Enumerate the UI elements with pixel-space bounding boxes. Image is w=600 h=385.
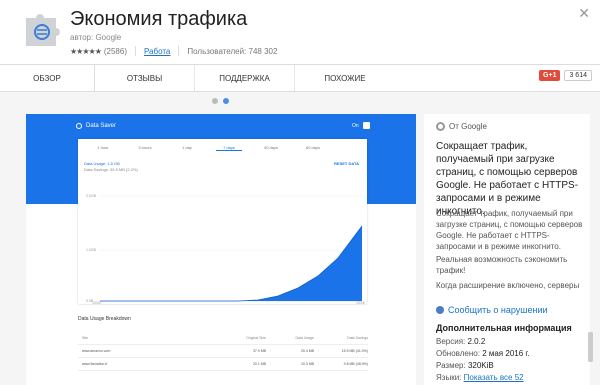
extension-header: Экономия трафика автор: Google ★★★★★ (25…	[0, 0, 600, 64]
data-saver-card: 1 hour 3 hours 1 day 7 days 30 days 60 d…	[78, 139, 367, 305]
data-saver-checkbox	[363, 122, 370, 129]
extension-title: Экономия трафика	[70, 8, 248, 30]
table-header-cell: Site	[82, 336, 89, 340]
long-description: Сокращает трафик, получаемый при загрузк…	[436, 209, 583, 251]
meta-divider	[178, 46, 180, 56]
meta-divider	[134, 46, 136, 56]
report-abuse-link[interactable]: Сообщить о нарушении	[436, 305, 548, 315]
short-description: Сокращает трафик, получаемый при загрузк…	[436, 141, 579, 217]
from-google-label: От Google	[449, 122, 487, 131]
range-tab-active: 7 days	[216, 145, 242, 151]
carousel-dot[interactable]	[212, 98, 218, 104]
from-google: От Google	[436, 122, 487, 131]
data-saver-icon	[76, 123, 82, 129]
range-tab: 1 day	[182, 145, 192, 150]
extension-puzzle-icon	[26, 14, 60, 46]
table-header-cell: Data Savings	[347, 336, 368, 340]
table-header-row: Site Original Size Data Usage Data Savin…	[78, 332, 368, 345]
description-line: Реальная возможность сэкономить трафик!	[436, 255, 568, 275]
languages-label: Языки:	[436, 373, 462, 382]
x-tick-label: 10/26	[356, 301, 365, 305]
data-usage-label: Data Usage: 1.5 GB	[84, 161, 120, 166]
breakdown-table: Site Original Size Data Usage Data Savin…	[78, 332, 368, 371]
rating-stars: ★★★★★	[70, 46, 102, 56]
usage-area	[100, 226, 362, 301]
languages-link[interactable]: Показать все 52	[464, 373, 524, 382]
table-cell: 37.9 MB	[252, 349, 266, 353]
tab-overview[interactable]: ОБЗОР	[0, 65, 95, 91]
table-cell: 9.8 MB (48.9%)	[343, 362, 368, 366]
table-cell: www.amazon.com	[82, 349, 111, 353]
tab-support[interactable]: ПОДДЕРЖКА	[195, 65, 295, 91]
x-tick-label: 10/20	[92, 301, 101, 305]
size-row: Размер: 320KiB	[436, 361, 494, 370]
data-savings-label: Data Savings: 35.5 MB (2.2%)	[84, 167, 138, 172]
users-count: Пользователей: 748 302	[187, 46, 278, 56]
share-count: 3 614	[564, 70, 592, 81]
tab-reviews[interactable]: ОТЗЫВЫ	[95, 65, 195, 91]
updated-row: Обновлено: 2 мая 2016 г.	[436, 349, 530, 358]
close-icon[interactable]: ✕	[578, 5, 590, 22]
range-tab: 3 hours	[138, 145, 152, 150]
data-saver-title: Data Saver	[86, 123, 117, 129]
tab-related[interactable]: ПОХОЖИЕ	[295, 65, 395, 91]
overview-panel: Data Saver On 1 hour 3 hours 1 day 7 day…	[0, 92, 600, 385]
category-link[interactable]: Работа	[144, 47, 170, 56]
table-cell: www.9aviation.fr	[82, 362, 108, 366]
updated-label: Обновлено:	[436, 349, 480, 358]
range-tab: 30 days	[263, 145, 278, 150]
google-icon	[436, 122, 445, 131]
carousel-dot-active[interactable]	[223, 98, 229, 104]
usage-chart: 2.0GB 1.0GB 0.0B	[86, 194, 363, 303]
y-tick-label: 2.0GB	[86, 194, 97, 198]
extension-author: автор: Google	[70, 33, 122, 42]
data-saver-on-label: On	[352, 123, 359, 129]
reset-data-label: RESET DATA	[334, 161, 359, 166]
breakdown-title: Data Usage Breakdown	[78, 316, 131, 322]
scrollbar[interactable]	[588, 332, 593, 362]
screenshot-preview[interactable]: Data Saver On 1 hour 3 hours 1 day 7 day…	[26, 114, 416, 385]
share-widget: G+1 3 614	[539, 70, 592, 81]
table-cell: 20.4 MB	[300, 349, 314, 353]
carousel-dots	[212, 98, 234, 104]
table-cell: 15.5 MB (41.0%)	[341, 349, 368, 353]
version-row: Версия: 2.0.2	[436, 337, 485, 346]
rating-count: (2586)	[103, 46, 127, 56]
table-header-cell: Data Usage	[295, 336, 314, 340]
range-tab: 1 hour	[97, 145, 109, 150]
range-tabs: 1 hour 3 hours 1 day 7 days 30 days 60 d…	[78, 145, 367, 151]
y-tick-label: 1.0GB	[86, 248, 97, 252]
details-sidebar: От Google Сокращает трафик, получаемый п…	[424, 114, 590, 385]
detail-tabs: ОБЗОР ОТЗЫВЫ ПОДДЕРЖКА ПОХОЖИЕ	[0, 64, 600, 92]
info-icon	[436, 306, 444, 314]
gplus-button[interactable]: G+1	[539, 70, 561, 81]
table-header-cell: Original Size	[246, 336, 266, 340]
version-value: 2.0.2	[467, 337, 486, 346]
table-row: www.amazon.com 37.9 MB 20.4 MB 15.5 MB (…	[78, 345, 368, 358]
additional-info-title: Дополнительная информация	[436, 323, 572, 333]
report-abuse-label: Сообщить о нарушении	[448, 305, 548, 315]
table-cell: 10.3 MB	[300, 362, 314, 366]
updated-value: 2 мая 2016 г.	[482, 349, 530, 358]
version-label: Версия:	[436, 337, 466, 346]
table-cell: 20.1 MB	[252, 362, 266, 366]
size-value: 320KiB	[467, 361, 494, 370]
description-line: Когда расширение включено, серверы	[436, 281, 580, 290]
extension-meta: ★★★★★ (2586) Работа Пользователей: 748 3…	[70, 46, 277, 56]
table-row: www.9aviation.fr 20.1 MB 10.3 MB 9.8 MB …	[78, 358, 368, 371]
languages-row: Языки: Показать все 52	[436, 373, 524, 382]
size-label: Размер:	[436, 361, 466, 370]
range-tab: 60 days	[305, 145, 320, 150]
